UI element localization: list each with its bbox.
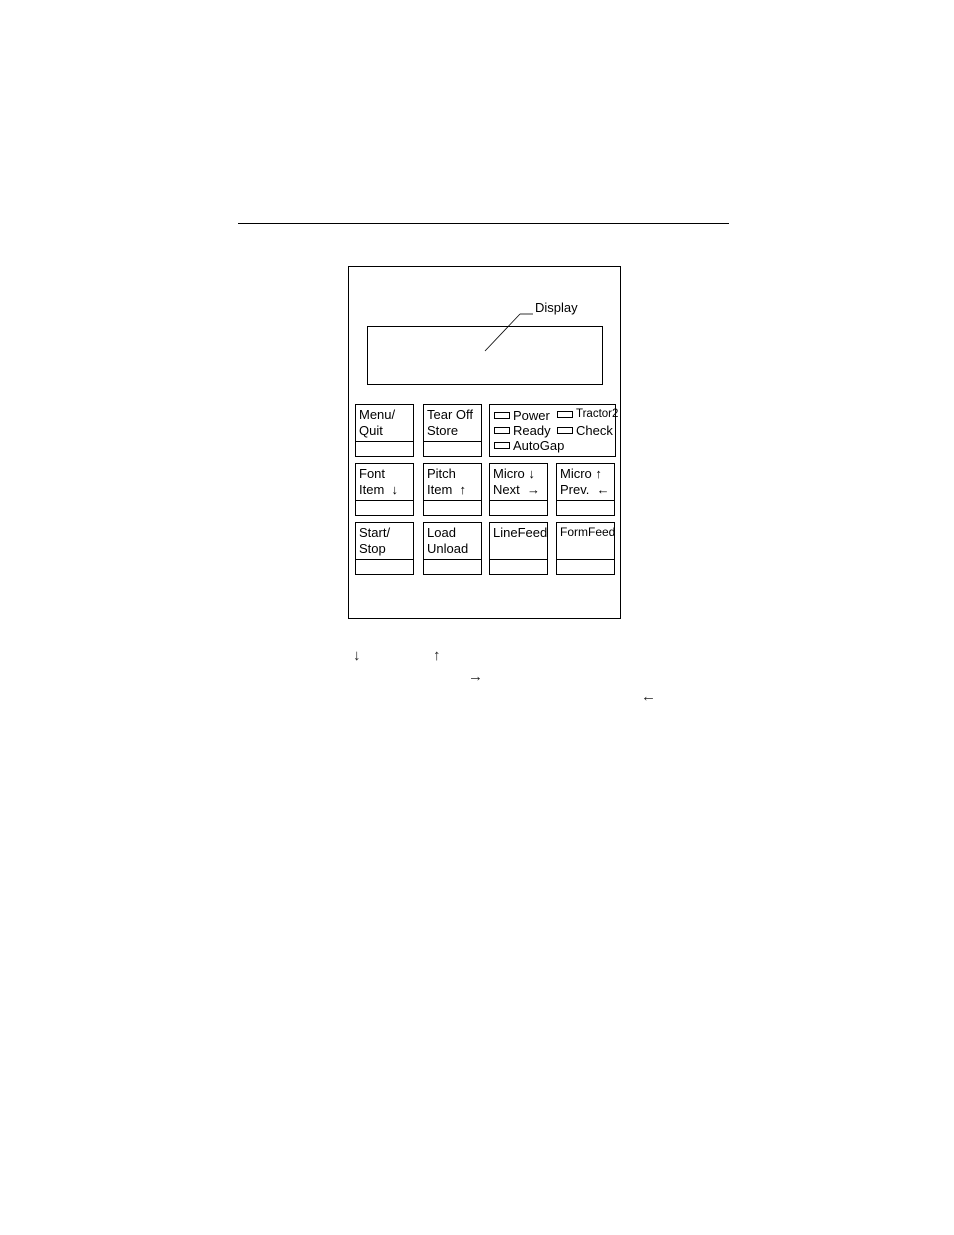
key-label: Micro ↑ Prev. ← <box>560 466 610 497</box>
key-label: Micro ↓ Next → <box>493 466 540 497</box>
display-label: Display <box>535 300 578 315</box>
key-label: FormFeed <box>560 525 616 539</box>
micro-prev-button[interactable]: Micro ↑ Prev. ← <box>556 463 615 516</box>
down-arrow-icon: ↓ <box>353 647 361 664</box>
display-leader-line <box>484 313 533 352</box>
led-icon <box>557 427 573 434</box>
key-label: Menu/ Quit <box>359 407 396 438</box>
led-icon <box>557 410 573 418</box>
key-label: Font Item ↓ <box>359 466 399 497</box>
tractor2-indicator: Tractor2 <box>557 408 618 420</box>
ready-indicator: Ready <box>494 423 551 438</box>
led-icon <box>494 427 510 434</box>
key-label: Tear Off Store <box>427 407 474 438</box>
key-label: LineFeed <box>493 525 548 540</box>
led-icon <box>494 412 510 419</box>
status-indicators: Power Tractor2 Ready Check AutoGap <box>489 404 618 457</box>
key-label: Load Unload <box>427 525 469 556</box>
led-icon <box>494 442 510 449</box>
linefeed-button[interactable]: LineFeed <box>489 522 548 575</box>
left-arrow-icon: ← <box>641 688 656 705</box>
key-label: Pitch Item ↑ <box>427 466 467 497</box>
pitch-item-button[interactable]: Pitch Item ↑ <box>423 463 482 516</box>
menu-quit-button[interactable]: Menu/ Quit <box>355 404 414 457</box>
autogap-indicator: AutoGap <box>494 438 564 453</box>
font-item-button[interactable]: Font Item ↓ <box>355 463 414 516</box>
up-arrow-icon: ↑ <box>433 647 441 664</box>
power-indicator: Power <box>494 408 550 423</box>
load-unload-button[interactable]: Load Unload <box>423 522 482 575</box>
check-indicator: Check <box>557 423 613 438</box>
right-arrow-icon: → <box>468 668 483 685</box>
key-label: Start/ Stop <box>359 525 391 556</box>
formfeed-button[interactable]: FormFeed <box>556 522 615 575</box>
micro-next-button[interactable]: Micro ↓ Next → <box>489 463 548 516</box>
tear-off-store-button[interactable]: Tear Off Store <box>423 404 482 457</box>
start-stop-button[interactable]: Start/ Stop <box>355 522 414 575</box>
